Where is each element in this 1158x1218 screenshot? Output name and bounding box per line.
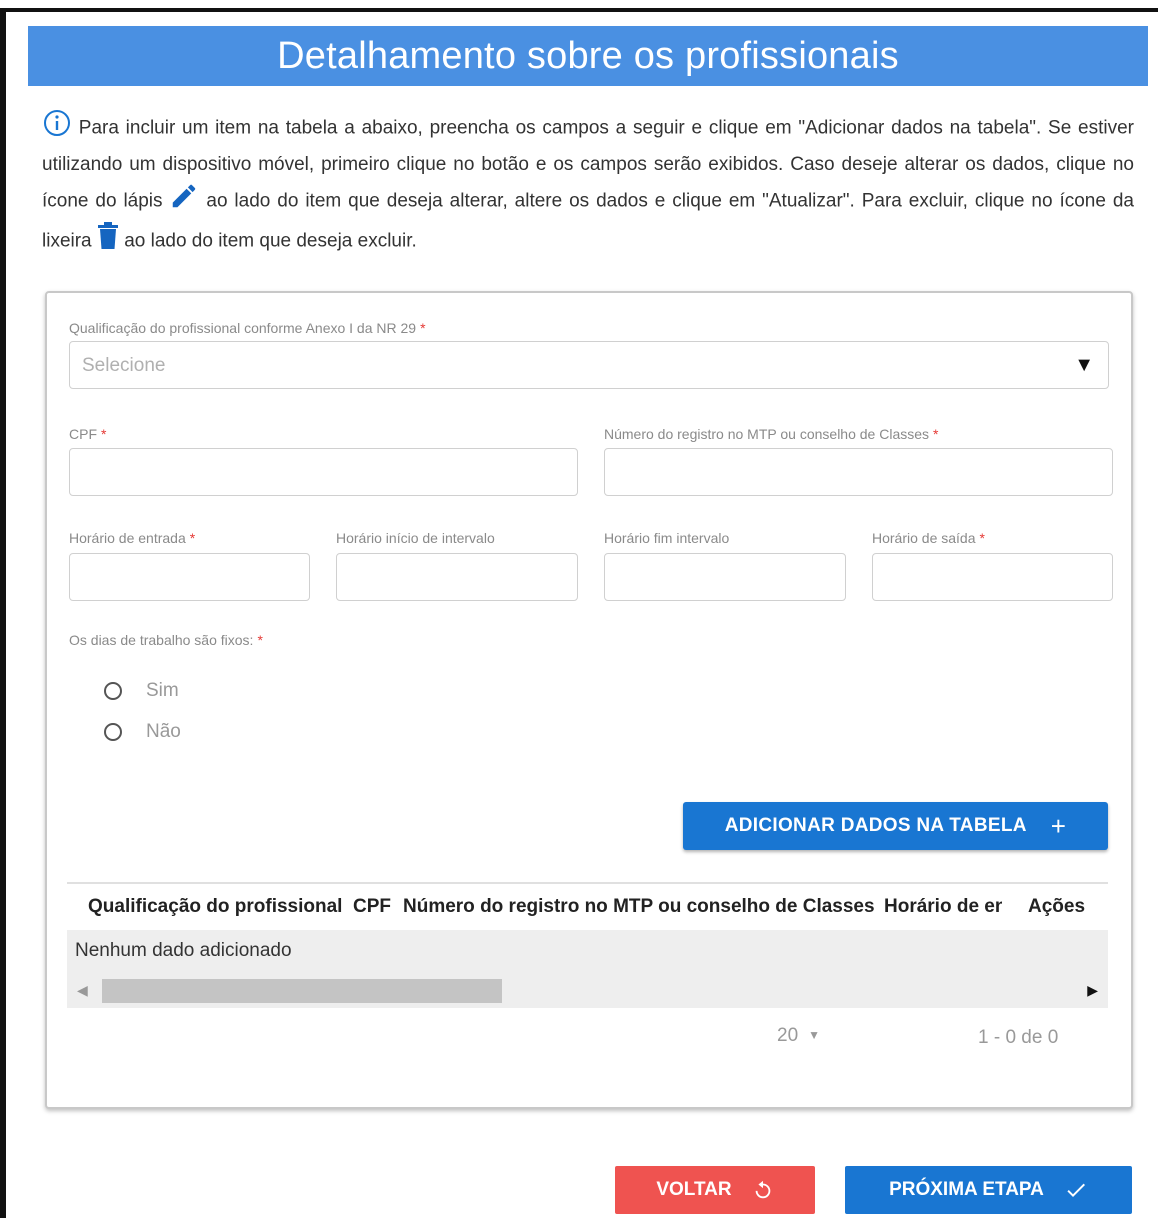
- horizontal-scrollbar[interactable]: [102, 979, 502, 1003]
- entrada-input[interactable]: [69, 553, 310, 601]
- instructions-text: Para incluir um item na tabela a abaixo,…: [42, 108, 1134, 261]
- scroll-left-arrow-icon[interactable]: ◀: [77, 982, 88, 999]
- next-step-button-label: PRÓXIMA ETAPA: [889, 1179, 1044, 1200]
- saida-input[interactable]: [872, 553, 1113, 601]
- radio-sim[interactable]: [104, 682, 122, 700]
- scroll-right-arrow-icon[interactable]: ▶: [1087, 982, 1098, 999]
- column-header-qualificacao[interactable]: Qualificação do profissional: [88, 896, 342, 918]
- fim-intervalo-label: Horário fim intervalo: [604, 530, 730, 546]
- undo-icon: [752, 1179, 774, 1201]
- column-header-cpf[interactable]: CPF: [353, 896, 391, 918]
- qualificacao-placeholder: Selecione: [82, 355, 166, 376]
- add-data-button[interactable]: ADICIONAR DADOS NA TABELA +: [683, 802, 1108, 850]
- page-size-select[interactable]: 20 ▼: [777, 1025, 820, 1047]
- registro-label: Número do registro no MTP ou conselho de…: [604, 426, 939, 442]
- column-header-entrada[interactable]: Horário de en: [884, 896, 1002, 918]
- chevron-down-icon: ▼: [808, 1028, 821, 1042]
- table-top-border: [67, 882, 1108, 884]
- pencil-icon: [169, 181, 199, 222]
- column-header-acoes: Ações: [1028, 896, 1086, 917]
- instructions-part-3: ao lado do item que deseja excluir.: [124, 230, 417, 252]
- table-body: Nenhum dado adicionado ◀ ▶: [67, 930, 1108, 1008]
- page-title: Detalhamento sobre os profissionais: [277, 34, 899, 77]
- radio-sim-label: Sim: [146, 680, 179, 701]
- fim-intervalo-input[interactable]: [604, 553, 846, 601]
- back-button-label: VOLTAR: [656, 1179, 732, 1200]
- qualificacao-label: Qualificação do profissional conforme An…: [69, 320, 426, 336]
- plus-icon: +: [1050, 811, 1067, 841]
- registro-input[interactable]: [604, 448, 1113, 496]
- saida-label: Horário de saída *: [872, 530, 985, 546]
- check-icon: [1064, 1178, 1088, 1202]
- dias-fixos-label: Os dias de trabalho são fixos: *: [69, 632, 263, 648]
- dropdown-arrow-icon: ▼: [1074, 354, 1094, 376]
- empty-table-message: Nenhum dado adicionado: [75, 940, 292, 961]
- inicio-intervalo-label: Horário início de intervalo: [336, 530, 495, 546]
- trash-icon: [97, 222, 119, 261]
- pagination-info: 1 - 0 de 0: [978, 1027, 1059, 1048]
- radio-nao-label: Não: [146, 721, 181, 742]
- page-size-value: 20: [777, 1025, 799, 1046]
- window-frame-left: [0, 8, 6, 1218]
- cpf-input[interactable]: [69, 448, 578, 496]
- column-header-registro[interactable]: Número do registro no MTP ou conselho de…: [403, 896, 875, 918]
- radio-option-sim[interactable]: Sim: [104, 680, 179, 702]
- page-header: Detalhamento sobre os profissionais: [28, 26, 1148, 86]
- radio-option-nao[interactable]: Não: [104, 721, 181, 743]
- radio-nao[interactable]: [104, 723, 122, 741]
- next-step-button[interactable]: PRÓXIMA ETAPA: [845, 1166, 1132, 1214]
- inicio-intervalo-input[interactable]: [336, 553, 578, 601]
- info-icon: [42, 108, 72, 149]
- qualificacao-select[interactable]: Selecione ▼: [69, 341, 1109, 389]
- add-data-button-label: ADICIONAR DADOS NA TABELA: [724, 815, 1027, 836]
- window-frame-top: [0, 8, 1158, 12]
- entrada-label: Horário de entrada *: [69, 530, 196, 546]
- cpf-label: CPF *: [69, 426, 107, 442]
- back-button[interactable]: VOLTAR: [615, 1166, 815, 1214]
